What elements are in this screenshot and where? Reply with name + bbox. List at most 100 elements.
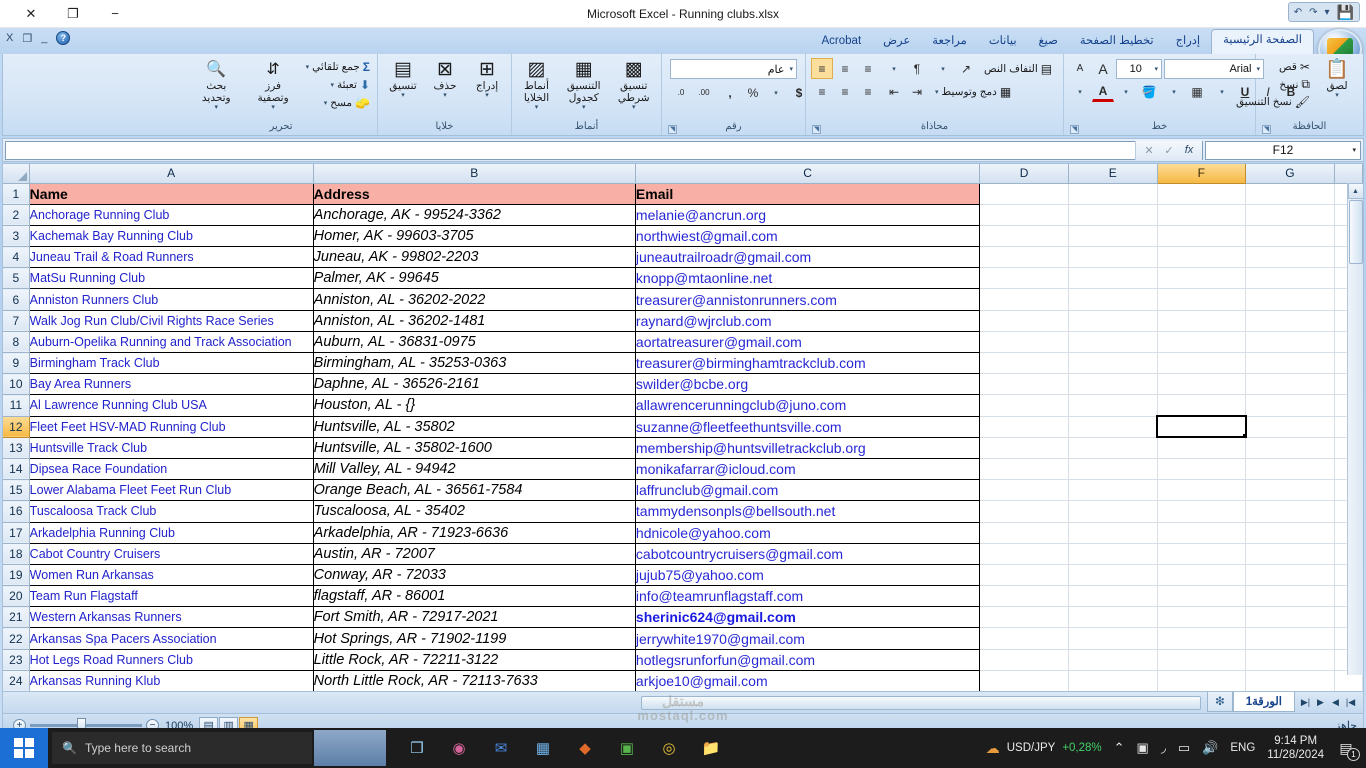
cell-f[interactable] (1157, 352, 1247, 375)
qat-buttons[interactable]: ↶ ↷ ▾ 💾 (1287, 2, 1360, 22)
cell-e[interactable] (1068, 310, 1158, 332)
cell-email[interactable]: membership@huntsvilletrackclub.org (634, 436, 981, 459)
format-cells-button[interactable]: ▤ تنسيق ▾ (383, 58, 423, 102)
tab-insert[interactable]: إدراج (1165, 31, 1212, 54)
row-header[interactable]: 15 (3, 479, 30, 502)
cell-name[interactable]: Al Lawrence Running Club USA (28, 394, 314, 417)
cell-f[interactable] (1157, 522, 1247, 544)
cell-d[interactable] (979, 352, 1069, 375)
underline-dropdown-icon[interactable]: ▾ (1211, 81, 1233, 102)
row-header[interactable]: 14 (3, 458, 30, 481)
cell-g[interactable] (1245, 543, 1335, 565)
delete-dropdown-icon[interactable]: ▾ (443, 92, 447, 100)
cell-d[interactable] (979, 670, 1069, 691)
cell-email[interactable]: tammydensonpls@bellsouth.net (634, 500, 981, 523)
number-dialog-launcher-icon[interactable]: ◥ (668, 125, 677, 134)
cell-e[interactable] (1068, 479, 1158, 502)
cell-e[interactable] (1068, 373, 1158, 396)
row-header[interactable]: 5 (3, 267, 30, 290)
cell-e[interactable] (1068, 564, 1158, 587)
cell-name[interactable]: Arkadelphia Running Club (28, 521, 314, 544)
row-header[interactable]: 2 (3, 204, 30, 226)
autosum-button[interactable]: Σ جمع تلقائي ▾ (303, 59, 373, 75)
cell-f[interactable] (1157, 606, 1247, 629)
fill-color-dropdown-icon[interactable]: ▾ (1115, 81, 1137, 102)
cell-f[interactable] (1157, 670, 1247, 691)
wifi-icon[interactable]: ◞ (1161, 740, 1166, 756)
currency-dropdown-icon[interactable]: ▾ (765, 82, 787, 103)
sort-filter-button[interactable]: ⇵ فرز وتصفية ▾ (247, 58, 300, 114)
cell-e[interactable] (1068, 500, 1158, 523)
autosum-dropdown-icon[interactable]: ▾ (306, 63, 310, 71)
cell-g[interactable] (1245, 606, 1335, 629)
column-header-b[interactable]: B (313, 164, 636, 184)
rtl-direction-icon[interactable]: ¶ (906, 58, 928, 79)
horizontal-scrollbar[interactable] (5, 695, 1202, 711)
accept-formula-icon[interactable]: ✓ (1159, 144, 1179, 157)
battery-icon[interactable]: ▭ (1178, 740, 1190, 756)
align-top-icon[interactable]: ≡ (857, 58, 879, 79)
row-header[interactable]: 13 (3, 437, 30, 459)
app-outlook-icon[interactable]: ✉ (488, 735, 514, 761)
cell-address[interactable]: Houston, AL - {} (312, 394, 636, 417)
cell-f[interactable] (1157, 479, 1247, 502)
cell-email[interactable]: knopp@mtaonline.net (634, 267, 981, 290)
cell-address[interactable]: North Little Rock, AR - 72113-7633 (312, 669, 636, 691)
cell-address[interactable]: Tuscaloosa, AL - 35402 (312, 500, 636, 523)
cell-g[interactable] (1245, 437, 1335, 459)
redo-icon[interactable]: ↷ (1309, 7, 1317, 18)
italic-button[interactable]: I (1257, 81, 1279, 102)
align-bottom-icon[interactable]: ≡ (811, 58, 833, 79)
font-color-icon[interactable]: A (1092, 81, 1114, 102)
paste-button[interactable]: 📋 لصق ▾ (1315, 58, 1359, 102)
cell-name[interactable]: Huntsville Track Club (28, 436, 314, 459)
task-view-icon[interactable]: ❒ (404, 735, 430, 761)
cell-d[interactable] (979, 331, 1069, 354)
cell-d[interactable] (979, 437, 1069, 459)
cell-name[interactable]: Juneau Trail & Road Runners (28, 246, 314, 269)
conditional-formatting-button[interactable]: ▩ تنسيق شرطي ▾ (610, 58, 657, 114)
select-all-corner[interactable] (3, 164, 30, 184)
cell-email[interactable]: northwiest@gmail.com (634, 224, 981, 248)
cell-name[interactable]: Auburn-Opelika Running and Track Associa… (28, 330, 314, 354)
cell-e[interactable] (1068, 522, 1158, 544)
wrap-text-button[interactable]: ▤ التفاف النص (981, 61, 1055, 77)
column-header-f[interactable]: F (1157, 164, 1247, 184)
clock[interactable]: 9:14 PM 11/28/2024 (1267, 734, 1324, 763)
cell-e[interactable] (1068, 437, 1158, 459)
merge-dropdown-icon[interactable]: ▾ (935, 88, 939, 96)
undo-icon[interactable]: ↶ (1294, 7, 1302, 18)
cell-f[interactable] (1157, 500, 1247, 523)
cell-g[interactable] (1245, 246, 1335, 269)
cell-email[interactable]: arkjoe10@gmail.com (634, 669, 981, 691)
tab-view[interactable]: عرض (872, 31, 921, 54)
cell-email[interactable]: treasurer@annistonrunners.com (634, 288, 981, 311)
cell-address[interactable]: Orange Beach, AL - 36561-7584 (312, 479, 636, 502)
cell-d[interactable] (979, 416, 1069, 438)
camera-icon[interactable]: ▣ (1137, 740, 1149, 756)
taskbar-search[interactable]: 🔍 Type here to search (52, 732, 312, 764)
cell-g[interactable] (1245, 204, 1335, 226)
cell-f[interactable] (1157, 288, 1247, 311)
insert-cells-button[interactable]: ⊞ إدراج ▾ (467, 58, 507, 102)
orientation-dropdown-icon[interactable]: ▾ (932, 58, 954, 79)
cell-f[interactable] (1157, 331, 1247, 354)
borders-dropdown-icon[interactable]: ▾ (1163, 81, 1185, 102)
cell-email[interactable]: aortatreasurer@gmail.com (634, 330, 981, 354)
decrease-decimal-icon[interactable]: .0 (670, 82, 692, 103)
cell-g[interactable] (1245, 500, 1335, 523)
format-as-table-button[interactable]: ▦ التنسيق كجدول ▾ (559, 58, 608, 114)
vertical-scrollbar[interactable]: ▲ (1347, 183, 1363, 675)
cell-name[interactable]: Western Arkansas Runners (28, 606, 314, 629)
cell-g[interactable] (1245, 394, 1335, 417)
cell-e[interactable] (1068, 416, 1158, 438)
cell-email[interactable]: swilder@bcbe.org (634, 373, 981, 396)
cell-address[interactable]: Huntsville, AL - 35802-1600 (312, 436, 636, 459)
font-dialog-launcher-icon[interactable]: ◥ (1070, 125, 1079, 134)
tab-review[interactable]: مراجعة (921, 31, 978, 54)
font-size-combo[interactable]: ▾ 10 (1116, 58, 1162, 79)
cell-d[interactable] (979, 458, 1069, 481)
comma-style-icon[interactable]: , (719, 82, 741, 103)
cell-styles-dropdown-icon[interactable]: ▾ (535, 104, 539, 112)
cell-address[interactable]: Austin, AR - 72007 (312, 542, 636, 565)
